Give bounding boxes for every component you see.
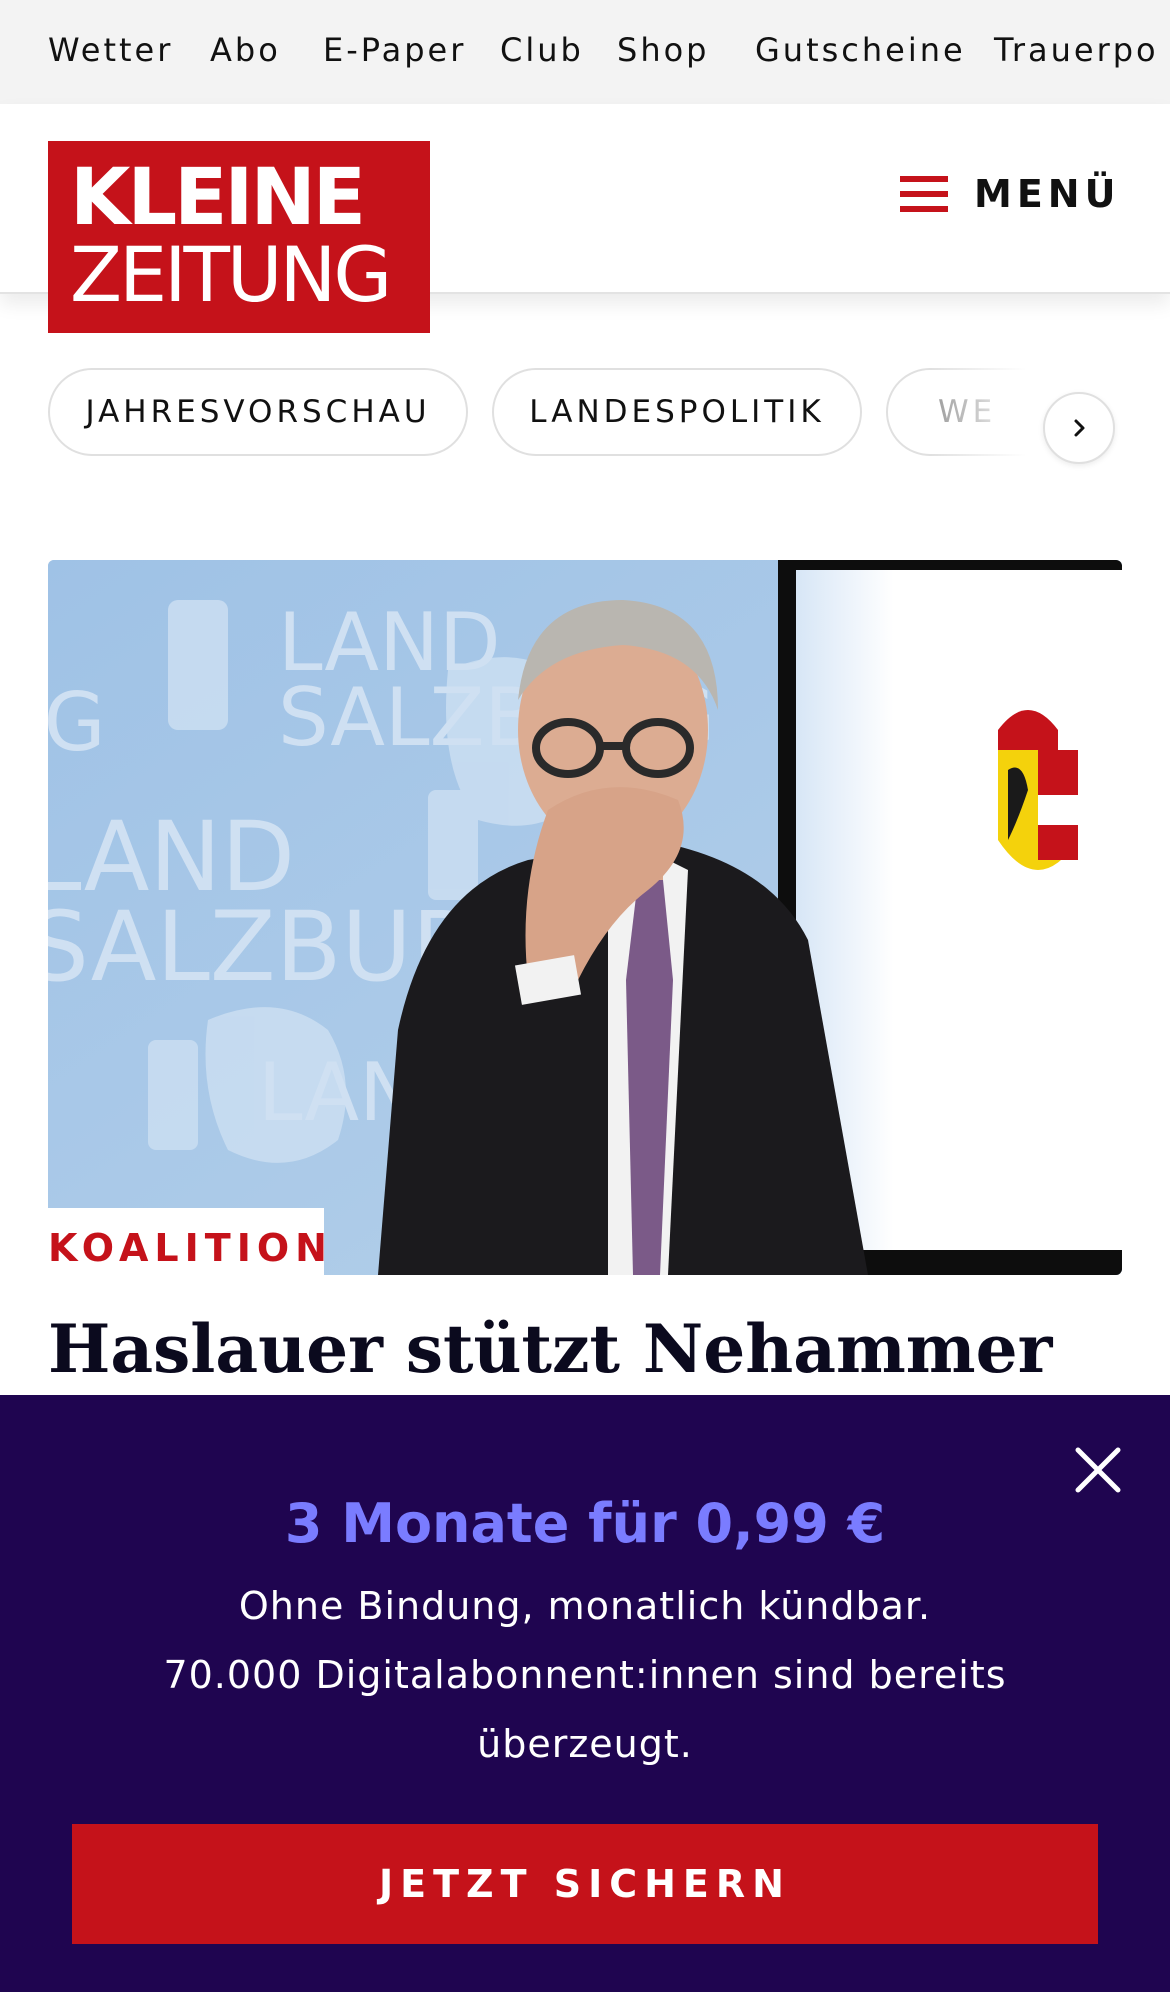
svg-text:RG: RG <box>48 676 106 769</box>
subscribe-now-button[interactable]: JETZT SICHERN <box>72 1824 1098 1944</box>
nav-link-wetter[interactable]: Wetter <box>48 31 173 69</box>
hamburger-icon <box>900 176 948 212</box>
close-icon <box>1075 1447 1121 1493</box>
chip-jahresvorschau[interactable]: JAHRESVORSCHAU <box>48 368 468 456</box>
logo[interactable]: KLEINE ZEITUNG <box>48 141 430 333</box>
logo-line-2: ZEITUNG <box>70 230 392 319</box>
promo-line-2: 70.000 Digitalabonnent:innen sind bereit… <box>163 1653 1007 1766</box>
chip-landespolitik[interactable]: LANDESPOLITIK <box>492 368 862 456</box>
nav-link-abo[interactable]: Abo <box>210 31 281 69</box>
nav-link-epaper[interactable]: E-Paper <box>323 31 466 69</box>
chevron-right-icon <box>1074 419 1085 437</box>
nav-link-gutscheine[interactable]: Gutscheine <box>755 31 966 69</box>
promo-line-1: Ohne Bindung, monatlich kündbar. <box>238 1584 932 1628</box>
nav-link-shop[interactable]: Shop <box>617 31 709 69</box>
promo-description: Ohne Bindung, monatlich kündbar. 70.000 … <box>150 1572 1020 1779</box>
hero-photo: LAND SALZBURG LAND SALZBURG LAND RG <box>48 560 1122 1275</box>
promo-title: 3 Monate für 0,99 € <box>284 1492 886 1555</box>
nav-link-trauerportal[interactable]: Trauerpo <box>994 31 1159 69</box>
menu-label: MENÜ <box>974 172 1121 216</box>
article-headline[interactable]: Haslauer stützt Nehammer <box>48 1310 1052 1388</box>
menu-button[interactable]: MENÜ <box>900 164 1120 224</box>
chip-scroll-next-button[interactable] <box>1043 392 1115 464</box>
logo-line-1: KLEINE <box>70 153 366 243</box>
article-kicker: KOALITION <box>48 1226 333 1270</box>
promo-close-button[interactable] <box>1074 1446 1122 1494</box>
top-utility-nav: Wetter Abo E-Paper Club Shop Gutscheine … <box>0 0 1170 104</box>
article-hero-image[interactable]: LAND SALZBURG LAND SALZBURG LAND RG <box>48 560 1122 1275</box>
topic-chip-bar: JAHRESVORSCHAU LANDESPOLITIK WE <box>0 368 1170 468</box>
nav-link-club[interactable]: Club <box>500 31 584 69</box>
